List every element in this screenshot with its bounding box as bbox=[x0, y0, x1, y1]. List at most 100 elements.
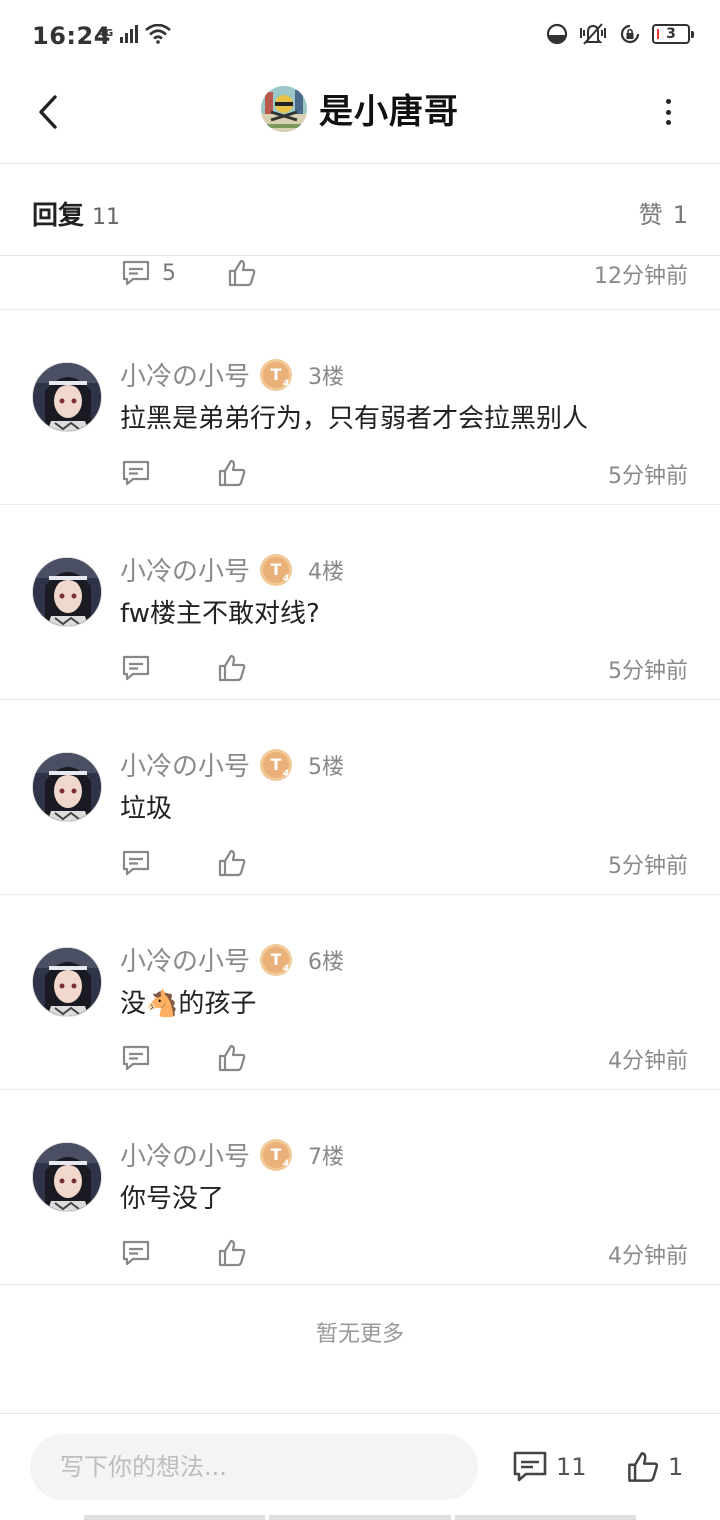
comment-item[interactable]: 小冷の小号 T4 5楼 垃圾 5分钟前 bbox=[0, 700, 720, 895]
comment-user-line: 小冷の小号 T4 3楼 bbox=[120, 356, 344, 393]
comment-icon bbox=[122, 1240, 150, 1266]
network-type-label: 4G bbox=[98, 28, 114, 39]
comment-content: 垃圾 bbox=[120, 794, 173, 824]
reply-button[interactable] bbox=[120, 848, 152, 878]
like-button[interactable] bbox=[216, 653, 248, 683]
like-button[interactable] bbox=[216, 1238, 248, 1268]
header-user[interactable]: 是小唐哥 bbox=[0, 84, 720, 133]
signal-icon bbox=[120, 25, 139, 43]
comment-time: 4分钟前 bbox=[608, 1244, 688, 1269]
comment-item[interactable]: 小冷の小号 T4 6楼 没🐴的孩子 4分钟前 bbox=[0, 895, 720, 1090]
level-badge-number: 4 bbox=[282, 1158, 290, 1169]
partial-actions-row: 5 12分钟前 bbox=[120, 258, 688, 289]
commenter-avatar[interactable] bbox=[32, 1142, 102, 1212]
comment-icon bbox=[513, 1451, 547, 1482]
reply-button[interactable] bbox=[120, 1238, 152, 1268]
avatar-image bbox=[33, 558, 101, 626]
level-badge-letter: T bbox=[270, 1145, 282, 1164]
level-badge-number: 4 bbox=[282, 768, 290, 779]
level-badge-letter: T bbox=[270, 365, 282, 384]
battery-icon: 3 bbox=[652, 24, 694, 44]
comment-time: 5分钟前 bbox=[608, 854, 688, 879]
comment-icon bbox=[122, 260, 150, 286]
thumbs-up-icon bbox=[218, 654, 246, 682]
commenter-avatar[interactable] bbox=[32, 752, 102, 822]
commenter-name[interactable]: 小冷の小号 bbox=[120, 746, 250, 783]
level-badge-icon: T4 bbox=[260, 748, 293, 781]
level-badge-letter: T bbox=[270, 560, 282, 579]
more-vertical-icon bbox=[665, 99, 671, 104]
commenter-avatar[interactable] bbox=[32, 362, 102, 432]
end-of-list-text: 暂无更多 bbox=[315, 1322, 404, 1347]
comment-input[interactable] bbox=[30, 1434, 478, 1500]
comment-item[interactable]: 小冷の小号 T4 3楼 拉黑是弟弟行为，只有弱者才会拉黑别人 5分钟前 bbox=[0, 310, 720, 505]
commenter-name[interactable]: 小冷の小号 bbox=[120, 941, 250, 978]
comment-icon bbox=[122, 655, 150, 681]
comment-user-line: 小冷の小号 T4 6楼 bbox=[120, 941, 344, 978]
tab-replies[interactable]: 回复 11 bbox=[32, 195, 120, 232]
comment-actions: 4分钟前 bbox=[120, 1238, 688, 1269]
avatar-image bbox=[33, 753, 101, 821]
comment-time: 5分钟前 bbox=[608, 464, 688, 489]
comment-icon bbox=[122, 850, 150, 876]
floor-number: 5楼 bbox=[308, 754, 345, 780]
thumbs-up-icon bbox=[218, 459, 246, 487]
header-avatar[interactable] bbox=[261, 85, 307, 132]
comment-icon bbox=[122, 460, 150, 486]
avatar-image bbox=[261, 85, 307, 132]
rotation-lock-icon bbox=[620, 24, 640, 44]
commenter-name[interactable]: 小冷の小号 bbox=[120, 356, 250, 393]
avatar-image bbox=[33, 363, 101, 431]
commenter-name[interactable]: 小冷の小号 bbox=[120, 551, 250, 588]
partial-comment-actions: 5 12分钟前 bbox=[0, 256, 720, 310]
bottom-comment-bar: 11 1 bbox=[0, 1413, 720, 1520]
tab-likes-label: 赞 bbox=[638, 201, 663, 229]
comment-user-line: 小冷の小号 T4 5楼 bbox=[120, 746, 344, 783]
commenter-avatar[interactable] bbox=[32, 947, 102, 1017]
tab-likes[interactable]: 赞 1 bbox=[639, 195, 688, 230]
thumbs-up-icon bbox=[218, 849, 246, 877]
data-saver-icon bbox=[546, 23, 568, 45]
comment-content: 没🐴的孩子 bbox=[120, 989, 257, 1019]
comment-content: fw楼主不敢对线? bbox=[120, 599, 320, 629]
comment-time: 4分钟前 bbox=[608, 1049, 688, 1074]
floor-number: 6楼 bbox=[308, 949, 345, 975]
comment-icon bbox=[122, 1045, 150, 1071]
reply-like-tabbar: 回复 11 赞 1 bbox=[0, 165, 720, 256]
comment-item[interactable]: 小冷の小号 T4 4楼 fw楼主不敢对线? 5分钟前 bbox=[0, 505, 720, 700]
commenter-name[interactable]: 小冷の小号 bbox=[120, 1136, 250, 1173]
level-badge-icon: T4 bbox=[260, 553, 293, 586]
like-button[interactable] bbox=[226, 258, 258, 288]
vibrate-icon bbox=[580, 23, 606, 45]
reply-button[interactable] bbox=[120, 653, 152, 683]
comment-actions: 5分钟前 bbox=[120, 653, 688, 684]
top-nav-bar: 是小唐哥 bbox=[0, 72, 720, 164]
commenter-avatar[interactable] bbox=[32, 557, 102, 627]
bottom-like-button[interactable]: 1 bbox=[626, 1450, 683, 1484]
level-badge-number: 4 bbox=[282, 573, 290, 584]
reply-button[interactable] bbox=[120, 458, 152, 488]
comment-content: 你号没了 bbox=[120, 1184, 225, 1214]
reply-button[interactable] bbox=[120, 258, 152, 288]
page-title: 是小唐哥 bbox=[319, 92, 459, 132]
like-button[interactable] bbox=[216, 848, 248, 878]
more-options-button[interactable] bbox=[656, 94, 680, 130]
level-badge-letter: T bbox=[270, 950, 282, 969]
status-bar: 16:24 4G 3 bbox=[0, 0, 720, 72]
thumbs-up-icon bbox=[228, 259, 256, 287]
floor-number: 7楼 bbox=[308, 1144, 345, 1170]
bottom-like-count: 1 bbox=[668, 1453, 684, 1481]
tab-replies-count: 11 bbox=[92, 205, 121, 230]
comment-user-line: 小冷の小号 T4 7楼 bbox=[120, 1136, 344, 1173]
like-button[interactable] bbox=[216, 1043, 248, 1073]
tab-replies-label: 回复 bbox=[32, 201, 85, 231]
bottom-reply-button[interactable]: 11 bbox=[512, 1450, 587, 1484]
like-button[interactable] bbox=[216, 458, 248, 488]
comment-item[interactable]: 小冷の小号 T4 7楼 你号没了 4分钟前 bbox=[0, 1090, 720, 1285]
status-signal-group: 4G bbox=[98, 24, 172, 44]
more-vertical-icon-dot bbox=[665, 109, 671, 115]
reply-button[interactable] bbox=[120, 1043, 152, 1073]
avatar-image bbox=[33, 948, 101, 1016]
reply-count: 5 bbox=[162, 260, 176, 286]
home-indicator[interactable] bbox=[84, 1515, 636, 1520]
